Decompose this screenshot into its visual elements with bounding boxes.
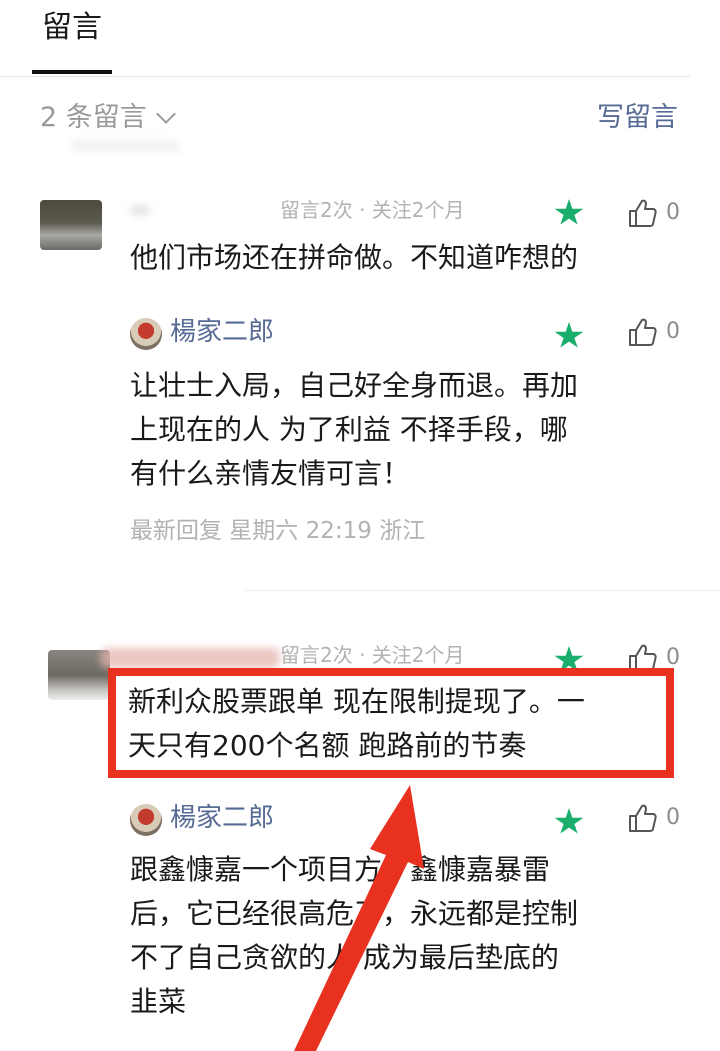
thumbs-up-icon bbox=[626, 802, 658, 834]
chevron-down-icon bbox=[155, 104, 176, 124]
star-icon[interactable] bbox=[554, 199, 584, 225]
comment-meta: 留言2次 · 关注2个月 bbox=[280, 643, 465, 667]
like-count: 0 bbox=[666, 200, 680, 225]
reply-body: 让壮士入局，自己好全身而退。再加 上现在的人 为了利益 不择手段，哪 有什么亲情… bbox=[130, 364, 578, 496]
avatar[interactable] bbox=[40, 200, 102, 250]
commenter-name-redacted bbox=[130, 205, 150, 215]
like-button[interactable]: 0 bbox=[626, 197, 680, 229]
reply-author[interactable]: 楊家二郎 bbox=[170, 802, 274, 834]
comment-text-line: 他们市场还在拼命做。不知道咋想的 bbox=[130, 241, 579, 274]
like-button[interactable]: 0 bbox=[626, 802, 680, 834]
like-count: 0 bbox=[666, 319, 680, 344]
reply-avatar[interactable] bbox=[130, 318, 162, 350]
comment-divider bbox=[245, 590, 720, 591]
reply-author[interactable]: 楊家二郎 bbox=[170, 316, 274, 348]
highlight-box bbox=[108, 668, 674, 778]
comment-count-label: 2 条留言 bbox=[40, 102, 147, 133]
reply-text-line: 让壮士入局，自己好全身而退。再加 bbox=[130, 369, 579, 402]
like-button[interactable]: 0 bbox=[626, 316, 680, 348]
thumbs-up-icon bbox=[626, 197, 658, 229]
blurred-text bbox=[70, 140, 180, 152]
reply-text-line: 上现在的人 为了利益 不择手段，哪 bbox=[130, 413, 568, 446]
comment-meta: 留言2次 · 关注2个月 bbox=[280, 198, 465, 222]
write-comment-button[interactable]: 写留言 bbox=[597, 100, 678, 136]
thumbs-up-icon bbox=[626, 316, 658, 348]
commenter-name-redacted bbox=[100, 648, 280, 668]
comment-body: 他们市场还在拼命做。不知道咋想的 bbox=[130, 236, 578, 280]
header-divider bbox=[0, 76, 690, 77]
reply-avatar[interactable] bbox=[130, 804, 162, 836]
comment-count-dropdown[interactable]: 2 条留言 bbox=[40, 100, 176, 136]
tab-active-indicator bbox=[32, 70, 112, 74]
reply-text-line: 有什么亲情友情可言！ bbox=[130, 457, 411, 490]
star-icon[interactable] bbox=[554, 322, 584, 348]
latest-reply-info[interactable]: 最新回复 星期六 22:19 浙江 bbox=[130, 516, 425, 546]
star-icon[interactable] bbox=[554, 808, 584, 834]
like-count: 0 bbox=[666, 805, 680, 830]
arrow-annotation bbox=[294, 785, 424, 1051]
tab-comments[interactable]: 留言 bbox=[42, 10, 102, 46]
